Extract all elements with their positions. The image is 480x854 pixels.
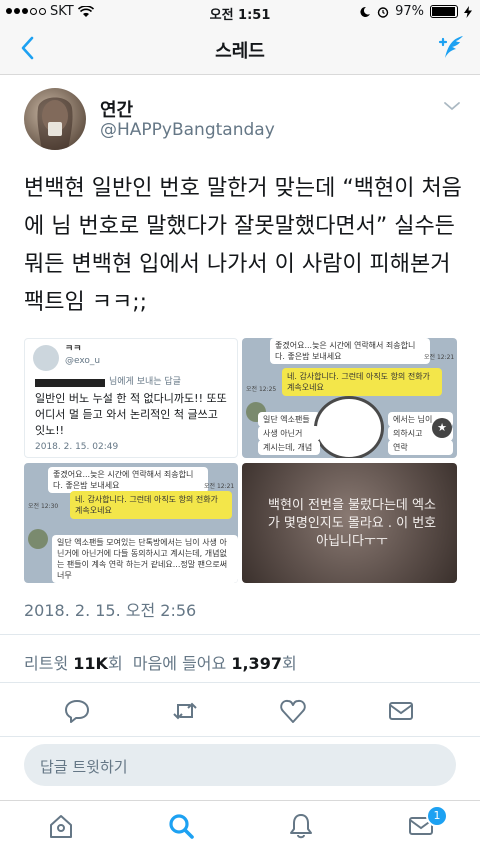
chat-message-3a: 일단 엑소팬들 [258,412,320,427]
navigation-bar: 스레드 [0,24,480,75]
status-bar: SKT 오전 1:51 97% [0,0,480,24]
status-right: 97% [359,4,472,19]
star-icon: ★ [432,418,452,438]
reply-icon[interactable] [62,696,92,726]
battery-icon [430,5,458,18]
tweet-stats: 리트윗 11K회 마음에 들어요 1,397회 [24,650,297,674]
chat-message-3: 일단 엑소팬들 모여있는 단톡방에서는 님이 사생 아닌거에 아닌거에 다들 동… [52,535,238,583]
chat-time-1: 오전 12:21 [424,354,455,361]
chat-message-3e: 계시는데, 개념 [258,440,320,455]
embedded-body: 일반인 버노 누설 한 적 없다니까도!! 또또 어디서 멀 듣고 와서 논리적… [35,392,227,437]
chat-time-2: 오전 12:30 [28,503,59,510]
divider [0,634,480,635]
embedded-avatar [33,345,59,371]
chat-message-3f: 연락 [388,440,453,455]
embedded-handle: @exo_u [65,356,101,366]
tweet-timestamp: 2018. 2. 15. 오전 2:56 [24,601,197,620]
battery-percent: 97% [395,4,424,19]
alarm-icon [377,6,389,18]
divider [0,736,480,737]
compose-tweet-icon[interactable] [434,32,466,64]
retweet-icon[interactable] [170,696,200,726]
do-not-disturb-icon [360,6,371,17]
divider [0,682,480,683]
media-image-2[interactable]: 좋겠어요...늦은 시간에 연락해서 죄송합니다. 좋은밤 보내세요 오전 12… [242,338,457,458]
embedded-time: 2018. 2. 15. 02:49 [35,442,119,452]
search-icon[interactable] [166,811,196,841]
avatar-image [37,97,73,150]
chat-message-2: 네. 감사합니다. 그런데 아직도 항의 전화가 계속오네요 [282,368,442,396]
likes-unit: 회 [281,654,297,673]
embedded-reply-label: 님에게 보내는 답글 [109,377,181,387]
retweets-unit: 회 [107,654,123,673]
reply-input[interactable]: 답글 트윗하기 [24,744,456,786]
direct-message-icon[interactable] [386,696,416,726]
chevron-down-icon[interactable] [443,100,461,112]
reply-placeholder: 답글 트윗하기 [40,758,128,776]
home-icon[interactable] [46,811,76,841]
likes-label: 마음에 들어요 [132,654,227,673]
retweets-label: 리트윗 [24,654,69,673]
page-title: 스레드 [215,41,265,62]
notification-badge: 1 [426,805,448,827]
display-name[interactable]: 연간 [100,96,133,122]
redaction-bar [35,379,105,387]
chat-time-1: 오전 12:21 [204,483,235,490]
chat-message-1: 좋겠어요...늦은 시간에 연락해서 죄송합니다. 좋은밤 보내세요 [48,467,208,493]
magnifier-overlay [314,396,384,458]
chat-time-2: 오전 12:25 [246,386,277,393]
notifications-bell-icon[interactable] [286,811,316,841]
chat-avatar [28,529,48,549]
avatar[interactable] [24,88,86,150]
media-image-3[interactable]: 좋겠어요...늦은 시간에 연락해서 죄송합니다. 좋은밤 보내세요 오전 12… [24,463,238,583]
likes-count[interactable]: 1,397 [231,654,282,673]
like-heart-icon[interactable] [278,696,308,726]
retweets-count[interactable]: 11K [73,654,108,673]
media-image-4[interactable]: 백현이 전번을 불렀다는데 엑소가 몇명인지도 몰라요 . 이 번호 아닙니다ㅜ… [242,463,457,583]
charging-icon [464,5,472,18]
tweet-text: 변백현 일반인 번호 말한거 맞는데 “백현이 처음에 님 번호로 말했다가 잘… [24,176,462,315]
chat-message-2: 네. 감사합니다. 그런데 아직도 항의 전화가 계속오네요 [70,491,232,519]
chat-message-1: 좋겠어요...늦은 시간에 연락해서 죄송합니다. 좋은밤 보내세요 [270,338,430,364]
chat-message-3c: 사생 아닌거 [258,426,320,441]
bottom-tab-bar [0,800,480,854]
media-image-1[interactable]: ㅋㅋ @exo_u 님에게 보내는 답글 일반인 버노 누설 한 적 없다니까도… [24,338,238,458]
image-caption: 백현이 전번을 불렀다는데 엑소가 몇명인지도 몰라요 . 이 번호 아닙니다ㅜ… [267,498,437,549]
user-handle[interactable]: @HAPPyBangtanday [100,120,275,140]
